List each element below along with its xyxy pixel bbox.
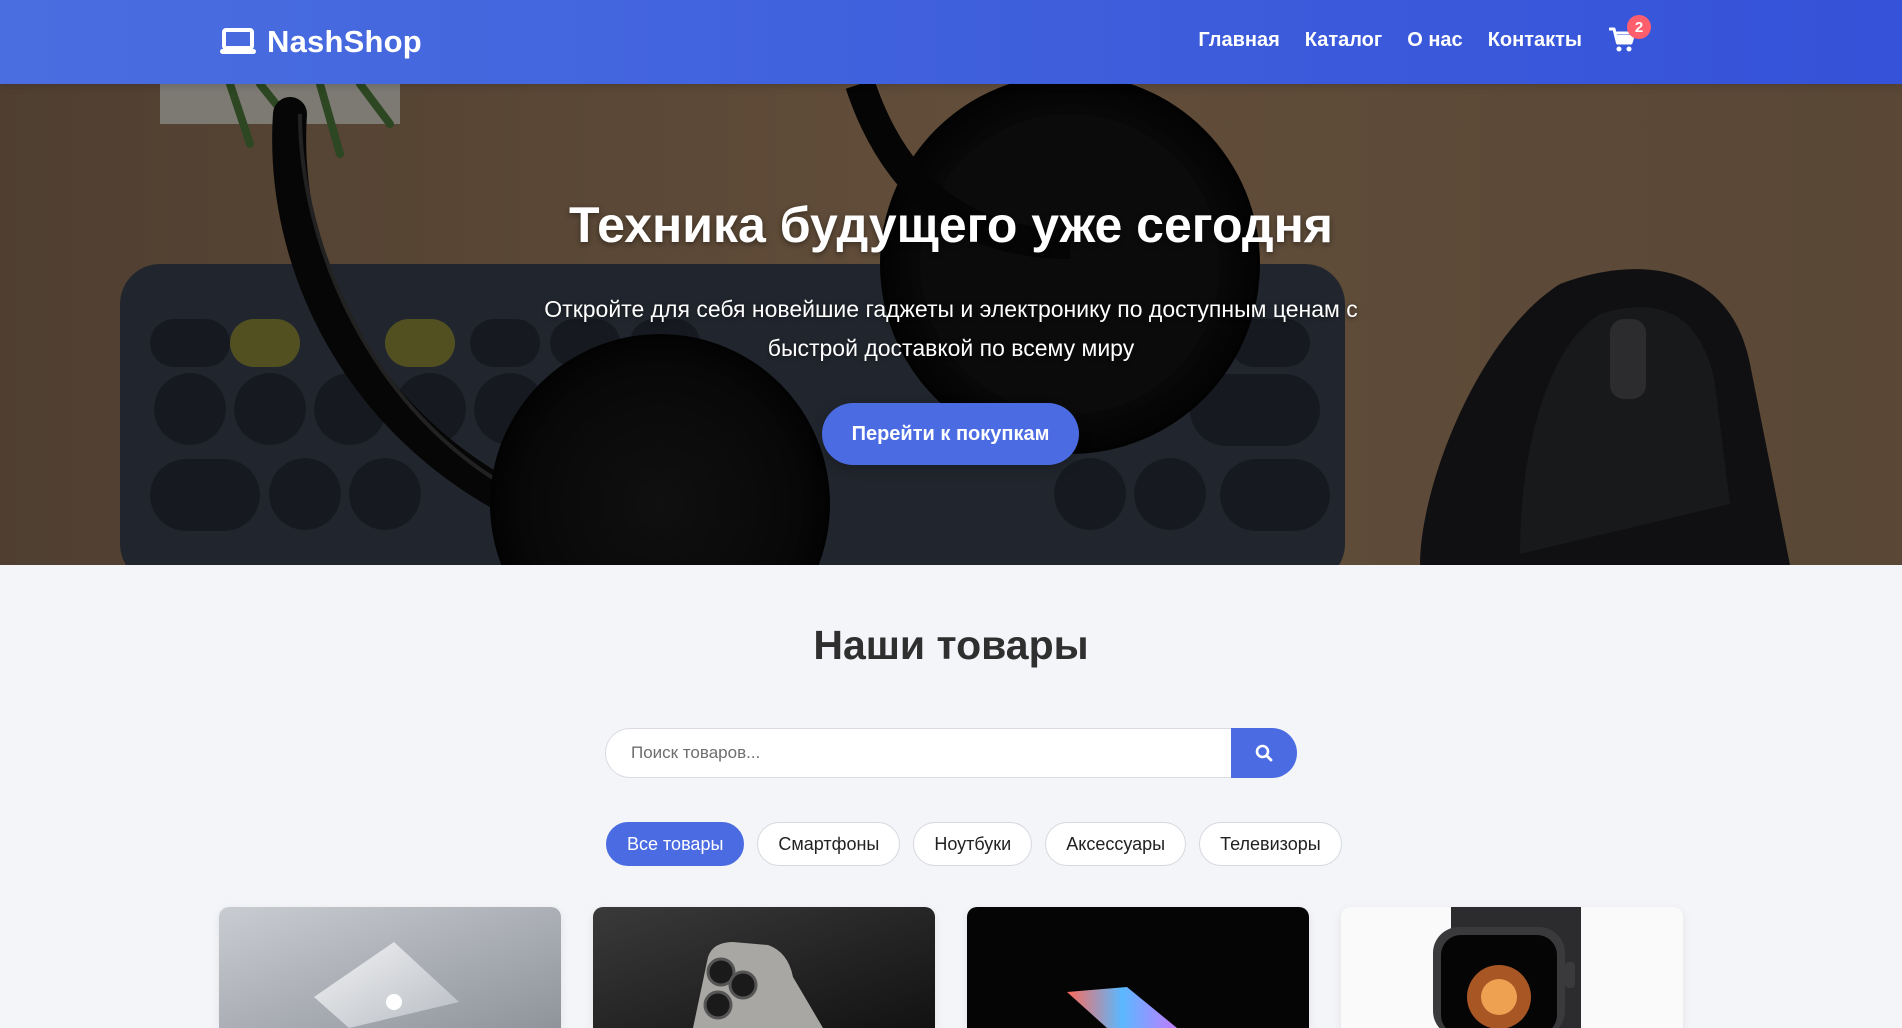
cart-button[interactable]: 2 — [1608, 15, 1651, 54]
product-grid — [219, 907, 1683, 1028]
smartphone-photo — [593, 907, 935, 1028]
search-icon — [1255, 744, 1273, 762]
shop-now-button[interactable]: Перейти к покупкам — [822, 403, 1079, 465]
nav-about[interactable]: О нас — [1407, 29, 1462, 52]
filter-tvs[interactable]: Телевизоры — [1199, 822, 1342, 866]
products-section-title: Наши товары — [813, 622, 1089, 668]
site-header: NashShop Главная Каталог О нас Контакты … — [0, 0, 1902, 84]
product-card[interactable] — [593, 907, 935, 1028]
nav-home[interactable]: Главная — [1198, 29, 1279, 52]
laptop-dark-photo — [967, 907, 1309, 1028]
filter-accessories[interactable]: Аксессуары — [1045, 822, 1187, 866]
hero-banner: Техника будущего уже сегодня Откройте дл… — [0, 84, 1902, 565]
logo[interactable]: NashShop — [219, 22, 422, 62]
smartwatch-photo — [1341, 907, 1683, 1028]
laptop-icon — [219, 27, 257, 57]
product-card[interactable] — [219, 907, 561, 1028]
product-card[interactable] — [967, 907, 1309, 1028]
cart-count-badge: 2 — [1627, 15, 1651, 39]
category-filters: Все товары Смартфоны Ноутбуки Аксессуары… — [606, 822, 1342, 866]
filter-smartphones[interactable]: Смартфоны — [757, 822, 901, 866]
hero-subtitle: Откройте для себя новейшие гаджеты и эле… — [544, 296, 1358, 361]
search-input[interactable] — [605, 728, 1231, 778]
nav-catalog[interactable]: Каталог — [1305, 29, 1382, 52]
product-card[interactable] — [1341, 907, 1683, 1028]
nav-contacts[interactable]: Контакты — [1488, 29, 1582, 52]
main-nav: Главная Каталог О нас Контакты 2 — [1198, 15, 1651, 54]
laptop-photo — [219, 907, 561, 1028]
product-search — [605, 728, 1297, 778]
hero-title: Техника будущего уже сегодня — [569, 197, 1333, 253]
search-button[interactable] — [1231, 728, 1297, 778]
filter-all[interactable]: Все товары — [606, 822, 745, 866]
brand-name: NashShop — [267, 24, 422, 59]
filter-laptops[interactable]: Ноутбуки — [913, 822, 1033, 866]
